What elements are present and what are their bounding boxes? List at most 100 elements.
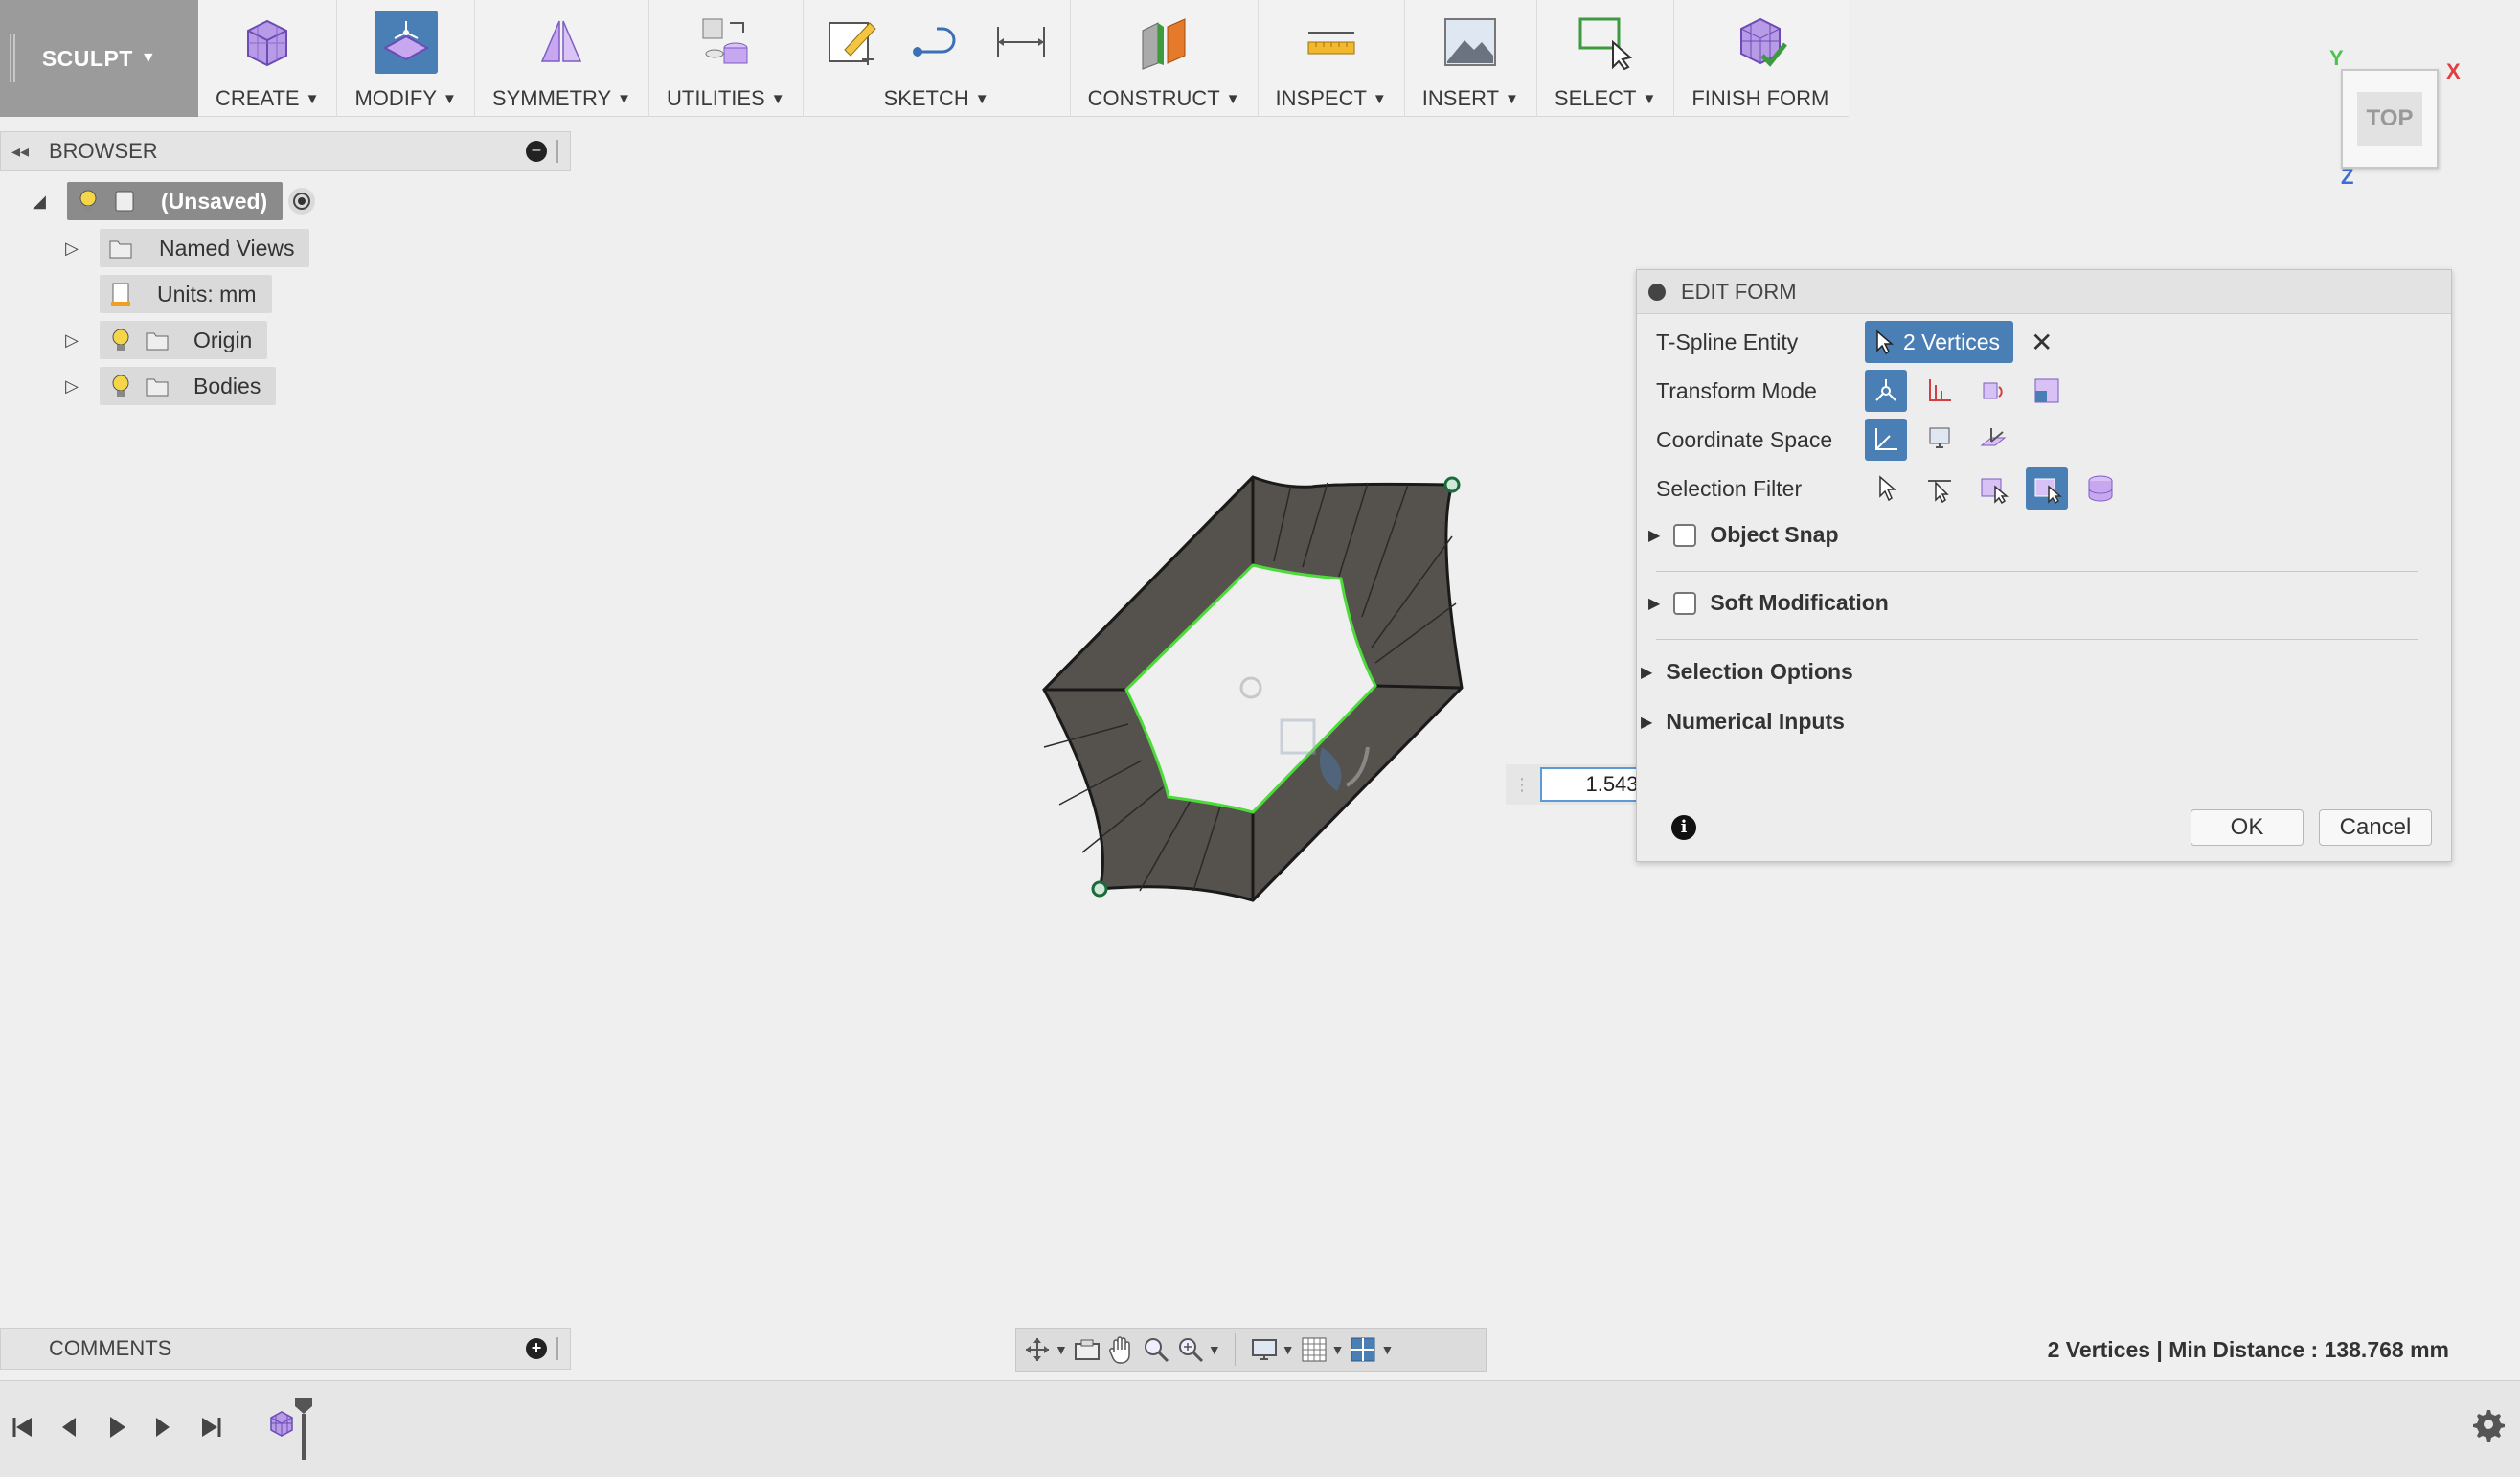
look-at-button[interactable]	[1072, 1330, 1102, 1369]
play-button[interactable]	[98, 1408, 136, 1446]
info-icon[interactable]: i	[1671, 815, 1696, 840]
vertex-filter-button[interactable]	[1865, 467, 1907, 510]
expand-triangle-icon[interactable]: ▶	[1641, 663, 1652, 682]
minimize-panel-icon[interactable]: –	[526, 141, 547, 162]
browser-item-origin[interactable]: ▷ Origin	[57, 321, 268, 359]
fit-button[interactable]: ▼	[1175, 1330, 1221, 1369]
viewcube-top-face[interactable]: TOP	[2341, 69, 2439, 169]
toolbar-create[interactable]: CREATE ▼	[198, 0, 338, 117]
multi-transform-button[interactable]	[1865, 370, 1907, 412]
step-back-button[interactable]	[50, 1408, 88, 1446]
insert-label: INSERT	[1421, 86, 1500, 110]
triangle-expand-icon[interactable]: ▷	[57, 376, 86, 397]
collapse-dialog-icon[interactable]	[1648, 283, 1666, 301]
cancel-button[interactable]: Cancel	[2319, 809, 2432, 846]
selected-vertex-handle[interactable]	[1091, 880, 1108, 898]
panel-resize-handle[interactable]	[556, 140, 564, 163]
display-settings-button[interactable]: ▼	[1249, 1330, 1295, 1369]
toolbar-inspect[interactable]: INSPECT ▼	[1259, 0, 1405, 117]
triangle-collapse-icon[interactable]: ◢	[25, 192, 54, 212]
object-filter-button[interactable]	[2079, 467, 2122, 510]
body-filter-button[interactable]	[2026, 467, 2068, 510]
orbit-button[interactable]: ▼	[1022, 1330, 1068, 1369]
lightbulb-icon[interactable]	[107, 327, 134, 353]
toolbar-select[interactable]: SELECT ▼	[1537, 0, 1675, 117]
sketch-dimension-icon	[989, 11, 1053, 74]
scale-button[interactable]	[2026, 370, 2068, 412]
toolbar-utilities[interactable]: UTILITIES ▼	[649, 0, 804, 117]
local-space-button[interactable]	[1972, 419, 2014, 461]
ok-button[interactable]: OK	[2191, 809, 2304, 846]
activate-radio-icon[interactable]	[288, 188, 316, 215]
toolbar-finish-form[interactable]: FINISH FORM	[1674, 0, 1846, 117]
viewcube-y-axis: Y	[2329, 46, 2344, 70]
origin-node[interactable]: Origin	[100, 321, 268, 359]
triangle-expand-icon[interactable]: ▷	[57, 330, 86, 351]
view-space-icon	[1929, 427, 1950, 448]
section-divider	[1656, 639, 2418, 640]
translate-icon	[1929, 379, 1951, 401]
named-views-node[interactable]: Named Views	[100, 229, 310, 267]
pan-button[interactable]	[1106, 1330, 1137, 1369]
chevron-down-icon[interactable]: ▼	[1055, 1342, 1068, 1357]
translate-button[interactable]	[1918, 370, 1961, 412]
coordinate-space-label: Coordinate Space	[1656, 426, 1833, 452]
edit-form-header[interactable]: EDIT FORM	[1637, 270, 2451, 314]
go-to-end-button[interactable]	[192, 1408, 230, 1446]
selection-options-section[interactable]: ▶ Selection Options	[1641, 659, 1853, 685]
modify-label: MODIFY	[354, 86, 438, 110]
rotate-button[interactable]	[1972, 370, 2014, 412]
toolbar-grip[interactable]	[10, 34, 15, 82]
soft-modification-checkbox[interactable]	[1673, 591, 1697, 615]
chevron-down-icon[interactable]: ▼	[1282, 1342, 1295, 1357]
timeline-settings-gear-icon[interactable]	[2468, 1404, 2507, 1443]
tspline-model-viewport[interactable]	[1015, 460, 1475, 910]
toolbar-sketch[interactable]: SKETCH ▼	[804, 0, 1071, 117]
object-snap-section[interactable]: ▶ Object Snap	[1648, 522, 1839, 548]
expand-triangle-icon[interactable]: ▶	[1648, 526, 1660, 545]
chevron-down-icon[interactable]: ▼	[1380, 1342, 1394, 1357]
toolbar-symmetry[interactable]: SYMMETRY ▼	[475, 0, 650, 117]
lightbulb-icon[interactable]	[75, 188, 102, 215]
view-space-button[interactable]	[1918, 419, 1961, 461]
grid-settings-button[interactable]: ▼	[1299, 1330, 1345, 1369]
clear-selection-icon[interactable]: ✕	[2031, 327, 2053, 358]
panel-resize-handle[interactable]	[556, 1337, 564, 1360]
zoom-button[interactable]	[1141, 1330, 1171, 1369]
toolbar-insert[interactable]: INSERT ▼	[1405, 0, 1537, 117]
triangle-expand-icon[interactable]: ▷	[57, 239, 86, 259]
chevron-down-icon[interactable]: ▼	[1331, 1342, 1345, 1357]
units-node[interactable]: Units: mm	[100, 275, 272, 313]
viewports-button[interactable]: ▼	[1348, 1330, 1394, 1369]
collapse-panel-icon[interactable]: ◂◂	[1, 142, 39, 162]
chevron-down-icon[interactable]: ▼	[1208, 1342, 1221, 1357]
origin-label: Origin	[193, 327, 253, 352]
browser-item-named-views[interactable]: ▷ Named Views	[57, 229, 310, 267]
edge-filter-button[interactable]	[1918, 467, 1961, 510]
browser-item-bodies[interactable]: ▷ Bodies	[57, 367, 277, 405]
go-to-start-button[interactable]	[4, 1408, 42, 1446]
viewcube[interactable]: Y X Z TOP	[2318, 46, 2462, 190]
selected-vertex-handle[interactable]	[1443, 476, 1461, 493]
toolbar-construct[interactable]: CONSTRUCT ▼	[1071, 0, 1259, 117]
face-filter-button[interactable]	[1972, 467, 2014, 510]
browser-item-units[interactable]: Units: mm	[100, 275, 272, 313]
soft-modification-section[interactable]: ▶ Soft Modification	[1648, 590, 1889, 616]
world-space-button[interactable]	[1865, 419, 1907, 461]
timeline-marker-icon[interactable]	[293, 1397, 314, 1464]
object-snap-checkbox[interactable]	[1673, 523, 1697, 547]
numerical-inputs-section[interactable]: ▶ Numerical Inputs	[1641, 709, 1845, 735]
workspace-switcher[interactable]: SCULPT ▼	[0, 0, 198, 117]
drag-grip-icon[interactable]: ⋮	[1513, 775, 1531, 795]
tspline-entity-label: T-Spline Entity	[1656, 329, 1799, 354]
add-comment-icon[interactable]: +	[526, 1338, 547, 1359]
edit-form-title: EDIT FORM	[1681, 279, 1797, 304]
entity-selection-chip[interactable]: 2 Vertices	[1865, 321, 2013, 363]
expand-triangle-icon[interactable]: ▶	[1641, 713, 1652, 732]
expand-triangle-icon[interactable]: ▶	[1648, 594, 1660, 613]
lightbulb-icon[interactable]	[107, 373, 134, 399]
bodies-node[interactable]: Bodies	[100, 367, 277, 405]
toolbar-modify[interactable]: MODIFY ▼	[337, 0, 475, 117]
step-forward-button[interactable]	[144, 1408, 182, 1446]
browser-root-node[interactable]: (Unsaved)	[67, 182, 284, 220]
